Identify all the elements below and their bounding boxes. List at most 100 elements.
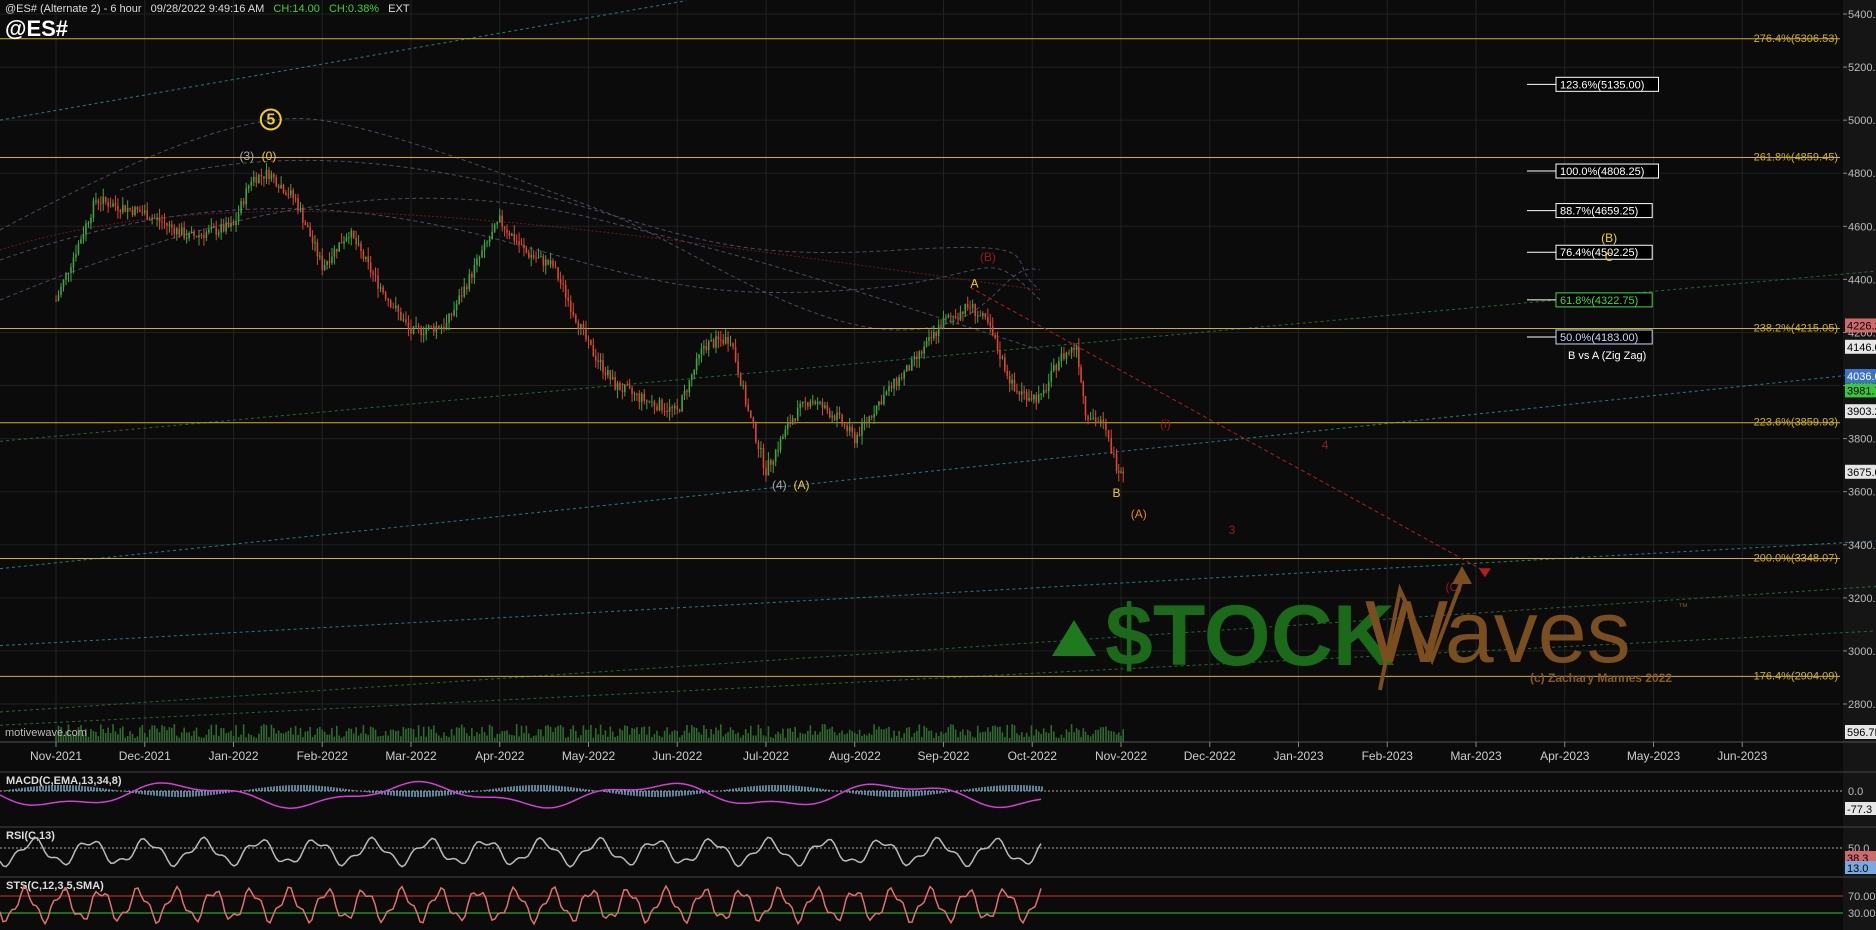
volume-bar	[703, 725, 705, 742]
macd-histogram-bar	[27, 787, 29, 791]
macd-histogram-bar	[558, 785, 560, 791]
volume-bar	[379, 735, 382, 742]
macd-histogram-bar	[135, 791, 137, 794]
volume-bar	[205, 734, 208, 742]
macd-histogram-bar	[720, 790, 722, 791]
macd-histogram-bar	[588, 789, 590, 791]
volume-bar	[952, 724, 954, 742]
candle-body	[440, 326, 443, 329]
volume-bar	[245, 737, 247, 742]
candle-body	[1115, 453, 1118, 472]
volume-bar	[129, 731, 131, 742]
volume-bar	[520, 725, 523, 742]
target-level-label: 61.8%(4322.75)	[1560, 295, 1638, 307]
macd-histogram-bar	[195, 791, 197, 797]
candle-body	[387, 298, 389, 301]
volume-bar	[757, 724, 760, 742]
candle-body	[328, 261, 331, 263]
volume-bar	[102, 729, 105, 742]
macd-histogram-bar	[729, 789, 731, 791]
volume-bar	[367, 735, 370, 742]
macd-histogram-bar	[486, 789, 488, 791]
price-tag-label: 3981.75	[1847, 385, 1876, 397]
candle-body	[1047, 381, 1050, 392]
price-tick-label: 3000.00	[1848, 646, 1876, 658]
macd-histogram-bar	[36, 786, 38, 791]
macd-histogram-bar	[471, 791, 473, 793]
volume-bar	[453, 735, 455, 742]
macd-histogram-bar	[960, 790, 962, 791]
macd-histogram-bar	[732, 788, 734, 791]
time-tick-label: Mar-2022	[385, 749, 437, 763]
candle-body	[712, 340, 715, 348]
macd-histogram-bar	[663, 791, 665, 797]
macd-histogram-bar	[1029, 785, 1031, 791]
candle-body	[55, 300, 57, 302]
macd-histogram-bar	[264, 787, 266, 791]
macd-histogram-bar	[918, 791, 920, 796]
candle-body	[476, 258, 478, 265]
candle-body	[163, 222, 166, 224]
macd-histogram-bar	[891, 791, 893, 797]
candle-body	[119, 210, 122, 213]
chart-canvas[interactable]: 276.4%(5306.53) 261.8%(4859.45) 238.2%(421…	[0, 0, 1876, 930]
volume-bar	[870, 734, 873, 742]
volume-bar	[878, 726, 880, 742]
candle-body	[996, 338, 999, 351]
volume-bar	[417, 725, 420, 742]
candle-body	[700, 348, 703, 355]
macd-histogram-bar	[708, 791, 710, 793]
macd-histogram-bar	[630, 791, 632, 796]
volume-bar	[319, 726, 321, 742]
macd-histogram-bar	[723, 789, 725, 791]
candle-body	[646, 400, 648, 402]
volume-bar	[340, 737, 343, 742]
volume-bar	[594, 728, 597, 742]
candle-body	[438, 326, 440, 329]
volume-bar	[491, 726, 493, 742]
candle-body	[151, 217, 153, 220]
candle-body	[930, 337, 933, 339]
candle-body	[971, 304, 974, 308]
candle-body	[107, 201, 109, 207]
candle-body	[777, 450, 779, 452]
volume-bar	[841, 730, 843, 742]
wave-label: (4)	[772, 478, 787, 492]
candle-body	[920, 351, 923, 354]
volume-bar	[535, 735, 537, 742]
candle-body	[1050, 370, 1053, 382]
candle-body	[362, 251, 365, 260]
candle-body	[1068, 352, 1070, 354]
volume-bar	[250, 734, 253, 742]
volume-bar	[348, 728, 350, 742]
macd-histogram-bar	[432, 791, 434, 797]
volume-bar	[807, 730, 809, 742]
volume-bar	[389, 729, 392, 742]
volume-bar	[374, 729, 377, 742]
volume-bar	[549, 726, 552, 742]
volume-bar	[681, 735, 683, 742]
candle-body	[465, 286, 468, 290]
macd-histogram-bar	[627, 791, 629, 796]
volume-bar	[947, 727, 950, 742]
volume-bar	[989, 731, 992, 742]
macd-histogram-bar	[15, 788, 17, 791]
volume-bar	[1097, 729, 1099, 742]
volume-bar	[1040, 734, 1042, 742]
candle-body	[636, 393, 638, 395]
macd-histogram-bar	[696, 791, 698, 795]
candle-body	[153, 217, 156, 219]
macd-histogram-bar	[66, 785, 68, 791]
macd-histogram-bar	[39, 785, 41, 791]
candle-body	[866, 421, 868, 423]
volume-bar	[225, 733, 227, 742]
candle-body	[280, 184, 282, 189]
target-level-label: 123.6%(5135.00)	[1560, 79, 1644, 91]
volume-bar	[496, 733, 499, 742]
macd-histogram-bar	[57, 785, 59, 791]
candle-body	[1087, 416, 1089, 420]
macd-histogram-bar	[249, 789, 251, 791]
macd-histogram-bar	[642, 791, 644, 797]
candle-body	[908, 365, 911, 371]
candle-body	[450, 313, 453, 316]
